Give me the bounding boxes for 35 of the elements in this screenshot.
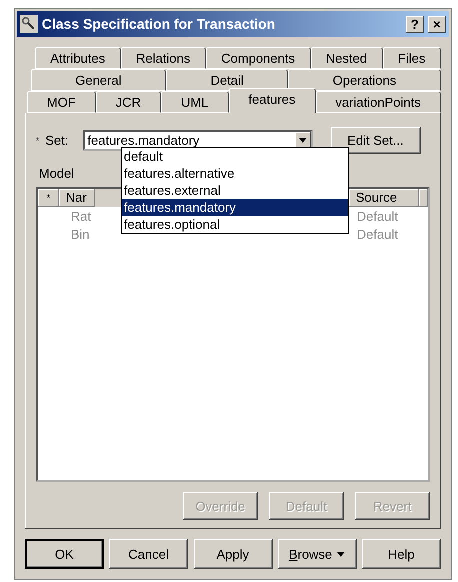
help-button[interactable]: ?	[406, 16, 424, 32]
tab[interactable]: Detail	[166, 69, 288, 91]
tab[interactable]: MOF	[27, 91, 96, 113]
dialog-button[interactable]: Apply	[194, 539, 272, 569]
dialog-button[interactable]: OK	[25, 539, 104, 569]
dialog-button[interactable]: Browse	[278, 539, 357, 569]
table-cell-text: Rat	[71, 208, 92, 224]
tab[interactable]: variationPoints	[316, 91, 441, 113]
model-label: Model	[39, 166, 74, 181]
tab[interactable]: Operations	[288, 69, 441, 91]
set-label: Set:	[46, 133, 69, 148]
column-header: Nar	[59, 189, 95, 207]
tab[interactable]: Attributes	[35, 47, 121, 69]
column-header: *	[38, 189, 59, 207]
dialog-button[interactable]: Help	[362, 539, 441, 569]
caret-icon	[337, 552, 346, 556]
tab[interactable]: JCR	[96, 91, 162, 113]
tab[interactable]: Relations	[120, 47, 206, 69]
close-button[interactable]: ×	[428, 16, 446, 32]
tab[interactable]: Files	[382, 47, 442, 69]
required-marker: *	[36, 136, 40, 146]
table-cell-text: Bin	[71, 226, 91, 242]
edit-set-button[interactable]: Edit Set...	[330, 127, 421, 154]
dialog-button[interactable]: Cancel	[109, 539, 188, 569]
tab[interactable]: Components	[206, 47, 311, 69]
window-title: Class Specification for Transaction	[42, 16, 276, 32]
tab[interactable]: UML	[161, 91, 229, 113]
table-cell-text: Default	[356, 208, 400, 224]
column-header: Source	[349, 189, 419, 207]
tab[interactable]: General	[31, 69, 166, 91]
table-cell-text: Default	[356, 226, 400, 242]
dropdown-option[interactable]: features.mandatory	[122, 199, 348, 216]
tab[interactable]: Nested	[310, 47, 383, 69]
tab[interactable]: features	[228, 88, 316, 113]
magnifier-icon	[20, 15, 38, 33]
